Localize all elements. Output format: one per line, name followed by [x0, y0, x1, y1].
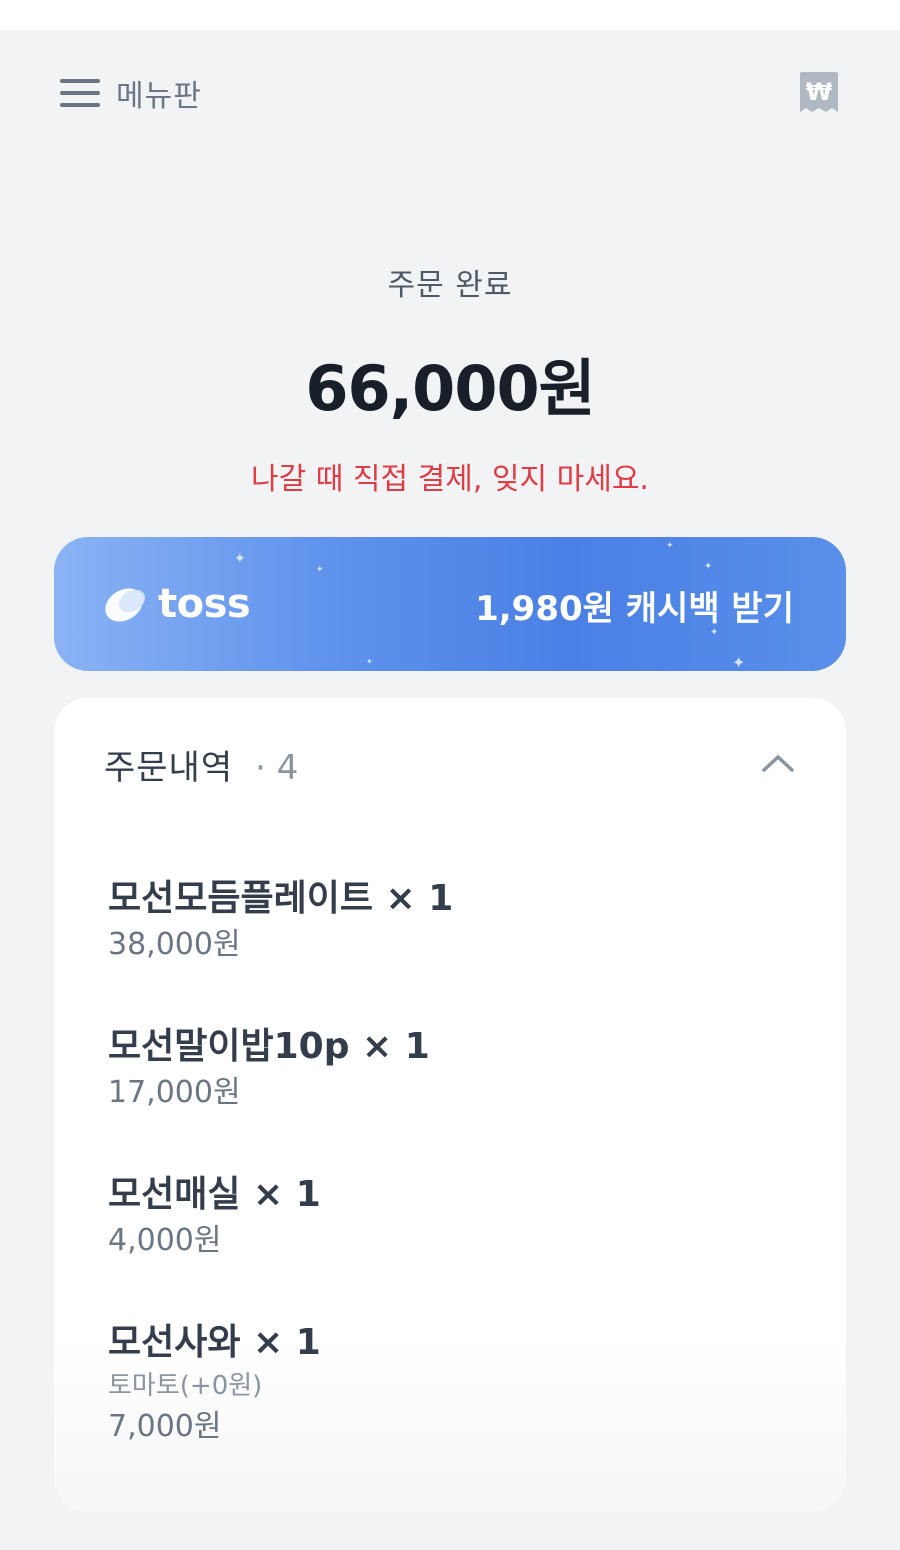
item-name: 모선말이밥10p × 1 — [108, 1026, 430, 1067]
toss-logo: toss — [102, 579, 251, 629]
order-complete-screen: 메뉴판 ₩ 주문 완료 66,000원 나갈 때 직접 결제, 잊지 마세요. … — [0, 30, 900, 1550]
total-amount: 66,000원 — [305, 352, 595, 425]
order-history-card: 주문내역 · 4 모선모듬플레이트 × 1 38,000원 모선말이밥10p × … — [54, 698, 846, 1512]
order-item-list: 모선모듬플레이트 × 1 38,000원 모선말이밥10p × 1 17,000… — [108, 876, 788, 1506]
sparkle-icon: ✦ — [316, 565, 324, 575]
sparkle-icon: ✦ — [704, 561, 713, 572]
order-history-toggle[interactable]: 주문내역 · 4 — [104, 740, 796, 790]
item-name: 모선사와 × 1 — [108, 1322, 321, 1363]
toss-brand-text: toss — [158, 581, 251, 627]
item-name: 모선매실 × 1 — [108, 1174, 321, 1215]
order-item: 모선매실 × 1 4,000원 — [108, 1172, 788, 1262]
item-price: 7,000원 — [108, 1409, 222, 1444]
sparkle-icon: ✦ — [234, 551, 246, 567]
item-price: 17,000원 — [108, 1075, 241, 1110]
order-status: 주문 완료 — [387, 268, 513, 303]
menu-button[interactable]: 메뉴판 — [60, 68, 202, 118]
item-name: 모선모듬플레이트 × 1 — [108, 878, 454, 919]
hamburger-icon — [60, 76, 100, 110]
menu-label: 메뉴판 — [116, 79, 202, 114]
sparkle-icon: ✦ — [666, 541, 674, 551]
toss-logo-icon — [105, 588, 146, 622]
order-history-title: 주문내역 — [104, 748, 234, 788]
order-count: · 4 — [255, 748, 299, 788]
top-bar: 메뉴판 ₩ — [0, 30, 900, 154]
order-summary: 주문 완료 66,000원 나갈 때 직접 결제, 잊지 마세요. — [0, 260, 900, 498]
won-receipt-icon: ₩ — [800, 72, 838, 112]
sparkle-icon: ✦ — [366, 657, 373, 666]
won-symbol: ₩ — [806, 78, 833, 106]
order-item: 모선말이밥10p × 1 17,000원 — [108, 1024, 788, 1114]
sparkle-icon: ✦ — [732, 653, 746, 671]
item-price: 4,000원 — [108, 1223, 222, 1258]
payment-notice: 나갈 때 직접 결제, 잊지 마세요. — [251, 462, 649, 497]
item-option: 토마토(+0원) — [108, 1371, 263, 1401]
chevron-up-icon — [762, 755, 794, 772]
item-price: 38,000원 — [108, 927, 241, 962]
cashback-label: 1,980원 캐시백 받기 — [475, 589, 794, 629]
order-item: 모선사와 × 1 토마토(+0원) 7,000원 — [108, 1320, 788, 1448]
receipt-button[interactable]: ₩ — [798, 70, 840, 116]
order-item: 모선모듬플레이트 × 1 38,000원 — [108, 876, 788, 966]
toss-cashback-banner[interactable]: ✦ ✦ ✦ ✦ ✦ ✦ ✦ toss 1,980원 캐시백 받기 — [54, 537, 846, 671]
